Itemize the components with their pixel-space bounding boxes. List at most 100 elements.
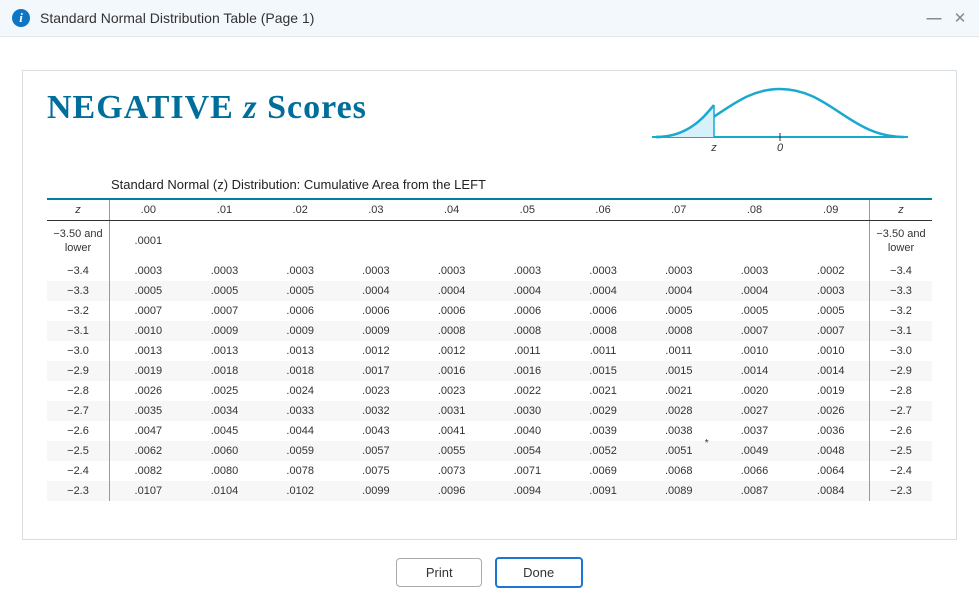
z-cell: −2.4 — [870, 461, 933, 481]
value-cell: .0047 — [110, 421, 187, 441]
print-button[interactable]: Print — [396, 558, 482, 587]
z-cell: −2.5 — [47, 441, 110, 461]
value-cell: .0031 — [414, 401, 490, 421]
heading-suffix: Scores — [258, 89, 367, 126]
value-cell: .0004 — [565, 281, 641, 301]
value-cell: .0005 — [717, 301, 793, 321]
z-cell: −3.2 — [47, 301, 110, 321]
window-header: i Standard Normal Distribution Table (Pa… — [0, 0, 979, 37]
value-cell: .0048 — [792, 441, 869, 461]
table-row: −3.4.0003.0003.0003.0003.0003.0003.0003.… — [47, 261, 932, 281]
z-cell: −2.8 — [47, 381, 110, 401]
heading-z: z — [243, 89, 257, 126]
done-button[interactable]: Done — [495, 557, 583, 588]
value-cell: .0010 — [792, 341, 869, 361]
value-cell: .0026 — [110, 381, 187, 401]
value-cell: .0034 — [187, 401, 263, 421]
value-cell: .0030 — [489, 401, 565, 421]
value-cell: .0007 — [187, 301, 263, 321]
value-cell: .0012 — [338, 341, 414, 361]
value-cell: .0008 — [641, 321, 717, 341]
z-cell: −3.4 — [47, 261, 110, 281]
column-header: .01 — [187, 199, 263, 221]
value-cell: .0044 — [262, 421, 338, 441]
close-button[interactable]: ✕ — [951, 9, 969, 27]
value-cell: .0043 — [338, 421, 414, 441]
column-header: .08 — [717, 199, 793, 221]
value-cell: .0003 — [641, 261, 717, 281]
value-cell: .0094 — [489, 481, 565, 501]
value-cell: .0007 — [792, 321, 869, 341]
value-cell: .0009 — [338, 321, 414, 341]
value-cell: .0004 — [338, 281, 414, 301]
z-cell: −3.4 — [870, 261, 933, 281]
table-row: −3.50 andlower.0001−3.50 andlower — [47, 221, 932, 262]
table-row: −2.5.0062.0060.0059.0057.0055.0054.0052.… — [47, 441, 932, 461]
z-cell: −2.9 — [870, 361, 933, 381]
value-cell: .0091 — [565, 481, 641, 501]
value-cell: .0026 — [792, 401, 869, 421]
button-bar: Print Done — [0, 557, 979, 588]
value-cell: .0078 — [262, 461, 338, 481]
z-cell: −2.3 — [870, 481, 933, 501]
value-cell: .0003 — [792, 281, 869, 301]
value-cell: .0013 — [110, 341, 187, 361]
value-cell: .0107 — [110, 481, 187, 501]
value-cell: .0006 — [338, 301, 414, 321]
value-cell: .0039 — [565, 421, 641, 441]
value-cell: .0052 — [565, 441, 641, 461]
value-cell: .0035 — [110, 401, 187, 421]
column-header: .05 — [489, 199, 565, 221]
value-cell: .0002 — [792, 261, 869, 281]
table-row: −2.6.0047.0045.0044.0043.0041.0040.0039.… — [47, 421, 932, 441]
value-cell: .0032 — [338, 401, 414, 421]
value-cell: .0028 — [641, 401, 717, 421]
table-row: −3.3.0005.0005.0005.0004.0004.0004.0004.… — [47, 281, 932, 301]
value-cell: .0025 — [187, 381, 263, 401]
value-cell: .0007 — [717, 321, 793, 341]
minimize-button[interactable]: — — [925, 10, 943, 27]
value-cell: .0024 — [262, 381, 338, 401]
column-header: .09 — [792, 199, 869, 221]
z-cell: −3.3 — [870, 281, 933, 301]
heading-prefix: NEGATIVE — [47, 89, 243, 126]
z-table: z.00.01.02.03.04.05.06.07.08.09z −3.50 a… — [47, 198, 932, 501]
value-cell: .0066 — [717, 461, 793, 481]
value-cell: .0037 — [717, 421, 793, 441]
value-cell: .0016 — [489, 361, 565, 381]
value-cell: .0051 — [641, 441, 717, 461]
value-cell: .0036 — [792, 421, 869, 441]
z-cell: −2.9 — [47, 361, 110, 381]
value-cell: .0013 — [262, 341, 338, 361]
value-cell: .0007 — [110, 301, 187, 321]
z-cell: −3.3 — [47, 281, 110, 301]
value-cell: .0055 — [414, 441, 490, 461]
value-cell: .0011 — [565, 341, 641, 361]
z-cell: −3.2 — [870, 301, 933, 321]
value-cell: .0040 — [489, 421, 565, 441]
z-cell: −2.8 — [870, 381, 933, 401]
table-row: −2.9.0019.0018.0018.0017.0016.0016.0015.… — [47, 361, 932, 381]
value-cell: .0059 — [262, 441, 338, 461]
value-cell: .0029 — [565, 401, 641, 421]
info-icon: i — [12, 9, 30, 27]
value-cell: .0089 — [641, 481, 717, 501]
value-cell: .0003 — [717, 261, 793, 281]
value-cell: .0023 — [414, 381, 490, 401]
table-caption: Standard Normal (z) Distribution: Cumula… — [111, 177, 932, 192]
z-cell: −2.7 — [870, 401, 933, 421]
value-cell: .0003 — [110, 261, 187, 281]
value-cell: .0011 — [641, 341, 717, 361]
z-cell: −3.0 — [870, 341, 933, 361]
table-row: −2.7.0035.0034.0033.0032.0031.0030.0029.… — [47, 401, 932, 421]
value-cell: .0005 — [641, 301, 717, 321]
value-cell: .0019 — [110, 361, 187, 381]
table-row: −3.2.0007.0007.0006.0006.0006.0006.0006.… — [47, 301, 932, 321]
value-cell: .0049 — [717, 441, 793, 461]
value-cell: .0005 — [110, 281, 187, 301]
value-cell: .0003 — [338, 261, 414, 281]
value-cell: .0102 — [262, 481, 338, 501]
value-cell: .0021 — [565, 381, 641, 401]
value-cell: .0008 — [414, 321, 490, 341]
value-cell: .0054 — [489, 441, 565, 461]
